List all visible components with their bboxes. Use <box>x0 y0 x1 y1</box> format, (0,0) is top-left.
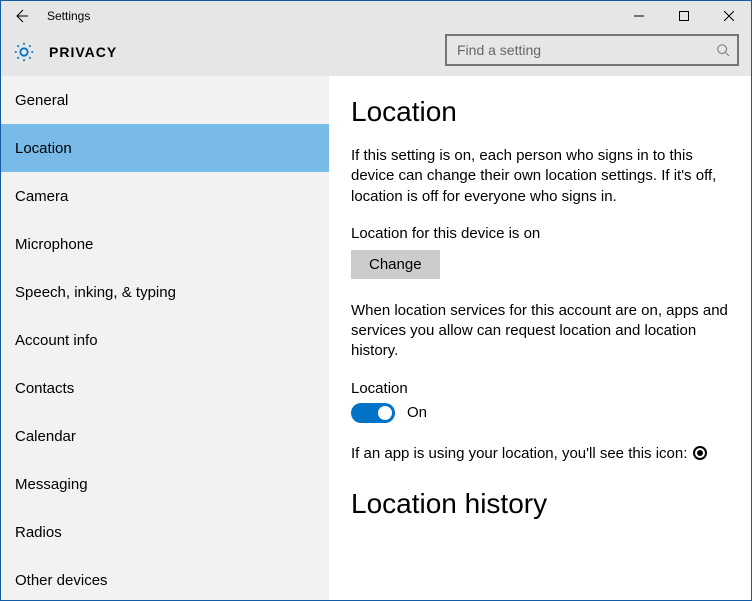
location-toggle[interactable] <box>351 403 395 423</box>
sidebar-item-label: Location <box>15 140 72 157</box>
sidebar-item-calendar[interactable]: Calendar <box>1 412 329 460</box>
back-arrow-icon <box>13 8 29 24</box>
location-toggle-row: On <box>351 403 729 423</box>
content-body: General Location Camera Microphone Speech, i… <box>1 76 751 600</box>
close-icon <box>724 11 734 21</box>
sidebar-item-label: Other devices <box>15 572 108 589</box>
sidebar: General Location Camera Microphone Speech, i… <box>1 76 329 600</box>
close-button[interactable] <box>706 1 751 31</box>
settings-window: Settings PRIVACY General Location Camera Mi… <box>0 0 752 601</box>
account-note: When location services for this account … <box>351 301 729 362</box>
header-bar: PRIVACY <box>1 31 751 76</box>
sidebar-item-label: Microphone <box>15 236 93 253</box>
sidebar-item-contacts[interactable]: Contacts <box>1 364 329 412</box>
titlebar: Settings <box>1 1 751 31</box>
sidebar-item-label: Contacts <box>15 380 74 397</box>
sidebar-item-account-info[interactable]: Account info <box>1 316 329 364</box>
sidebar-item-messaging[interactable]: Messaging <box>1 460 329 508</box>
toggle-label: Location <box>351 380 729 397</box>
sidebar-item-location[interactable]: Location <box>1 124 329 172</box>
intro-text: If this setting is on, each person who s… <box>351 146 729 207</box>
section-heading-location: Location <box>351 96 729 128</box>
sidebar-item-label: Account info <box>15 332 98 349</box>
search-icon <box>709 43 737 57</box>
minimize-button[interactable] <box>616 1 661 31</box>
window-title: Settings <box>47 9 90 23</box>
toggle-knob <box>378 406 392 420</box>
sidebar-item-camera[interactable]: Camera <box>1 172 329 220</box>
toggle-state: On <box>407 404 427 421</box>
back-button[interactable] <box>1 1 41 31</box>
page-title: PRIVACY <box>49 44 117 60</box>
change-button[interactable]: Change <box>351 250 440 279</box>
location-in-use-icon <box>693 446 707 460</box>
sidebar-item-label: Speech, inking, & typing <box>15 284 176 301</box>
minimize-icon <box>634 11 644 21</box>
icon-note-text: If an app is using your location, you'll… <box>351 445 687 462</box>
gear-icon <box>13 41 35 63</box>
section-heading-location-history: Location history <box>351 488 729 520</box>
search-input[interactable] <box>447 36 709 64</box>
device-location-status: Location for this device is on <box>351 225 729 242</box>
sidebar-item-label: Camera <box>15 188 68 205</box>
maximize-button[interactable] <box>661 1 706 31</box>
sidebar-item-microphone[interactable]: Microphone <box>1 220 329 268</box>
sidebar-item-other-devices[interactable]: Other devices <box>1 556 329 600</box>
location-icon-note: If an app is using your location, you'll… <box>351 445 729 462</box>
sidebar-item-general[interactable]: General <box>1 76 329 124</box>
search-box[interactable] <box>445 34 739 66</box>
sidebar-item-label: Calendar <box>15 428 76 445</box>
sidebar-item-label: General <box>15 92 68 109</box>
maximize-icon <box>679 11 689 21</box>
sidebar-item-label: Radios <box>15 524 62 541</box>
sidebar-item-radios[interactable]: Radios <box>1 508 329 556</box>
sidebar-item-speech-inking-typing[interactable]: Speech, inking, & typing <box>1 268 329 316</box>
sidebar-item-label: Messaging <box>15 476 88 493</box>
main-panel: Location If this setting is on, each per… <box>329 76 751 600</box>
